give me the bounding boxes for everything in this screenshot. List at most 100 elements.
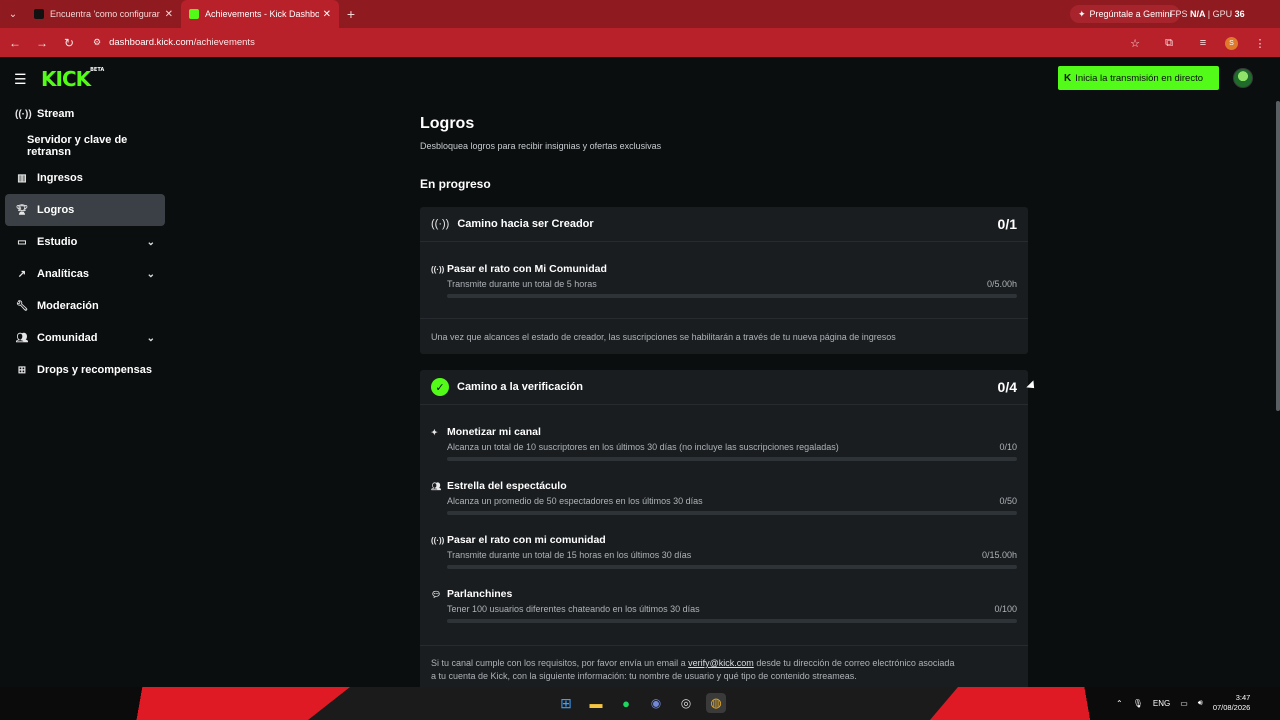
sidebar-item-label: Estudio: [37, 236, 78, 248]
sidebar-item-comunidad[interactable]: 👥︎ Comunidad ⌄: [5, 322, 165, 354]
achievement-item: ✦ Monetizar mi canal Alcanza un total de …: [431, 426, 1017, 461]
achievement-title: Pasar el rato con Mi Comunidad: [447, 263, 607, 275]
gemini-label: Pregúntale a Gemini: [1089, 9, 1172, 19]
url-field[interactable]: dashboard.kick.com/achievements: [109, 37, 255, 48]
gpu-label: GPU: [1212, 9, 1233, 19]
gift-icon: ⊞: [17, 364, 27, 376]
chevron-down-icon: ⌄: [146, 268, 155, 280]
card-header: ✓ Camino a la verificación 0/4: [420, 370, 1028, 405]
achievement-card-creator: ((·)) Camino hacia ser Creador 0/1 ((·))…: [420, 207, 1028, 354]
card-count: 0/1: [997, 216, 1017, 232]
tab-search-chevron-icon[interactable]: ⌄: [0, 0, 26, 28]
tray-chevron-up-icon[interactable]: ⌃: [1116, 699, 1123, 708]
page-scrollbar[interactable]: [1276, 101, 1280, 411]
sidebar-item-logros[interactable]: 🏆︎ Logros: [5, 194, 165, 226]
fps-label: FPS: [1170, 9, 1188, 19]
sidebar-item-drops[interactable]: ⊞ Drops y recompensas: [5, 354, 165, 386]
beta-badge: BETA: [90, 67, 105, 73]
extensions-puzzle-icon[interactable]: ⧉: [1157, 31, 1181, 55]
community-icon: 👥︎: [15, 332, 29, 344]
analytics-icon: ↗: [17, 268, 27, 280]
achievement-title: Estrella del espectáculo: [447, 480, 567, 492]
close-tab-icon[interactable]: ✕: [323, 9, 331, 20]
studio-icon: ▭: [17, 236, 27, 248]
sidebar-item-ingresos[interactable]: ▥ Ingresos: [5, 162, 165, 194]
sidebar-item-analiticas[interactable]: ↗ Analíticas ⌄: [5, 258, 165, 290]
verified-check-icon: ✓: [431, 378, 449, 396]
hamburger-menu-icon[interactable]: ☰: [14, 71, 27, 88]
language-indicator[interactable]: ENG: [1153, 699, 1170, 708]
sparkle-icon: ✦: [1078, 8, 1086, 19]
new-tab-plus-icon[interactable]: +: [339, 6, 363, 22]
kick-k-icon: K: [1064, 72, 1072, 84]
card-count: 0/4: [997, 379, 1017, 395]
kick-favicon-icon: [189, 9, 199, 19]
footer-text: desde tu dirección de correo electrónico…: [756, 658, 955, 668]
broadcast-icon: ((·)): [431, 218, 450, 230]
chrome-icon[interactable]: ◍: [706, 693, 726, 713]
sidebar-item-label: Logros: [37, 204, 75, 216]
windows-start-icon[interactable]: ⊞: [556, 693, 576, 713]
section-title: En progreso: [420, 177, 491, 191]
achievement-title: Pasar el rato con mi comunidad: [447, 534, 606, 546]
media-controls-icon[interactable]: ≡: [1191, 31, 1215, 55]
bookmark-star-icon[interactable]: ☆: [1123, 31, 1147, 55]
sidebar-item-estudio[interactable]: ▭ Estudio ⌄: [5, 226, 165, 258]
browser-tab[interactable]: Encuentra 'como configurar kic ✕: [26, 0, 181, 28]
card-title: Camino a la verificación: [457, 381, 583, 393]
verify-email-link[interactable]: verify@kick.com: [688, 658, 754, 668]
achievement-value: 0/50: [999, 496, 1017, 506]
trophy-icon: 🏆︎: [15, 204, 29, 216]
browser-tab-active[interactable]: Achievements - Kick Dashboard ✕: [181, 0, 339, 28]
volume-icon[interactable]: 🔊︎: [1198, 698, 1203, 708]
obs-icon[interactable]: ◎: [676, 693, 696, 713]
card-header: ((·)) Camino hacia ser Creador 0/1: [420, 207, 1028, 242]
sidebar-item-stream[interactable]: ((·)) Stream: [5, 98, 165, 130]
viewers-icon: 👥︎: [431, 481, 442, 491]
sidebar-item-server-key[interactable]: Servidor y clave de retransn: [5, 130, 165, 162]
achievement-item: 💬︎ Parlanchines Tener 100 usuarios difere…: [431, 588, 1017, 623]
user-avatar[interactable]: [1233, 68, 1253, 88]
file-explorer-icon[interactable]: ▬: [586, 693, 606, 713]
sidebar-item-label: Comunidad: [37, 332, 98, 344]
footer-text: Si tu canal cumple con los requisitos, p…: [431, 658, 686, 668]
achievement-value: 0/15.00h: [981, 550, 1017, 560]
achievement-item: ((·)) Pasar el rato con mi comunidad Tran…: [431, 534, 1017, 569]
discord-icon[interactable]: ◉: [646, 693, 666, 713]
close-tab-icon[interactable]: ✕: [165, 9, 173, 20]
achievement-item: ((·)) Pasar el rato con Mi Comunidad Tran…: [431, 263, 1017, 298]
clock-time: 3:47: [1235, 693, 1251, 702]
browser-menu-icon[interactable]: ⋮: [1248, 31, 1272, 55]
profile-avatar[interactable]: S: [1225, 36, 1238, 50]
clock[interactable]: 3:47 07/08/2026: [1213, 693, 1251, 713]
address-bar-row: ← → ↻ ⚙ dashboard.kick.com/achievements …: [0, 28, 1280, 57]
achievement-value: 0/5.00h: [986, 279, 1017, 289]
achievement-item: 👥︎ Estrella del espectáculo Alcanza un pr…: [431, 480, 1017, 515]
forward-arrow-icon[interactable]: →: [30, 31, 54, 55]
chat-bubble-icon: 💬︎: [431, 589, 442, 599]
page-subtitle: Desbloquea logros para recibir insignias…: [420, 141, 662, 151]
card-footer: Una vez que alcances el estado de creado…: [420, 318, 1028, 354]
progress-bar: [447, 565, 1017, 569]
mouse-cursor-icon: [1026, 380, 1038, 392]
chevron-down-icon: ⌄: [146, 236, 155, 248]
gpu-value: 36: [1234, 9, 1245, 19]
kick-logo[interactable]: KICKBETA: [41, 67, 104, 91]
sparkle-icon: ✦: [431, 427, 438, 437]
progress-bar: [447, 294, 1017, 298]
back-arrow-icon[interactable]: ←: [3, 31, 27, 55]
gemini-button[interactable]: ✦ Pregúntale a Gemini: [1070, 5, 1180, 23]
url-path: /achievements: [193, 37, 255, 48]
sidebar-item-moderacion[interactable]: 🔧︎ Moderación: [5, 290, 165, 322]
start-live-button[interactable]: K Inicia la transmisión en directo: [1058, 66, 1219, 90]
chart-icon: ▥: [17, 172, 27, 184]
achievement-desc: Transmite durante un total de 5 horas: [447, 279, 597, 289]
reload-icon[interactable]: ↻: [57, 31, 81, 55]
clock-date: 07/08/2026: [1212, 703, 1251, 712]
broadcast-icon: ((·)): [431, 535, 445, 545]
microphone-icon[interactable]: 🎙︎: [1133, 699, 1143, 708]
page-title: Logros: [420, 115, 475, 132]
network-icon[interactable]: ▭: [1180, 699, 1188, 708]
spotify-icon[interactable]: ●: [616, 693, 636, 713]
site-info-icon[interactable]: ⚙: [93, 37, 101, 48]
